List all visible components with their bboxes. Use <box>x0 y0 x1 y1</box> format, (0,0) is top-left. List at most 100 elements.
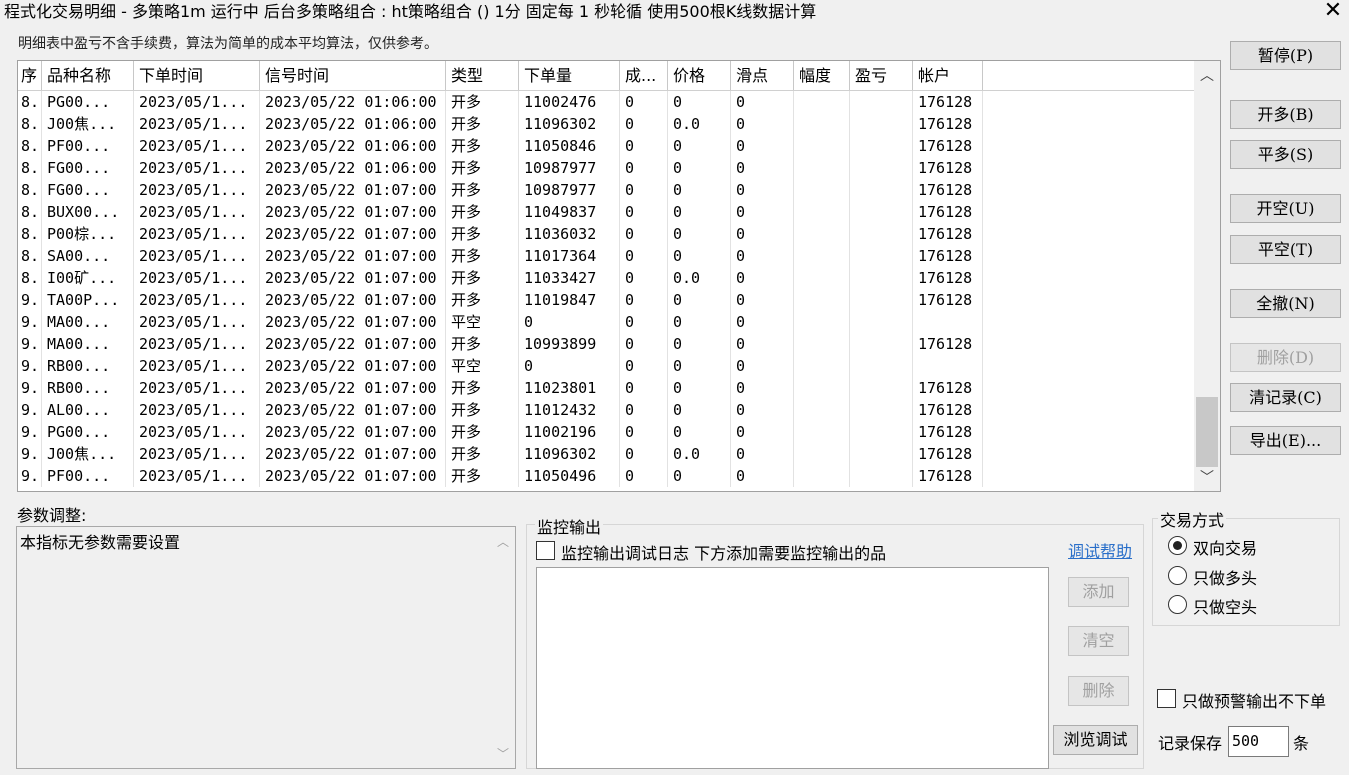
scroll-down-icon[interactable]: ﹀ <box>1194 465 1220 491</box>
table-cell <box>850 135 913 157</box>
column-header[interactable]: 帐户 <box>913 61 983 90</box>
trade-mode-title: 交易方式 <box>1158 507 1227 531</box>
close-short-button[interactable]: 平空(T) <box>1230 235 1341 264</box>
table-cell: 2023/05/22 01:07:00 <box>260 267 446 289</box>
column-header[interactable]: 类型 <box>446 61 519 90</box>
table-row[interactable]: 9. J00焦... 2023/05/1... 2023/05/22 01:07:00… <box>18 443 1196 465</box>
scroll-up-icon[interactable]: ︿ <box>491 533 515 550</box>
table-cell: 0 <box>731 157 794 179</box>
params-scrollbar[interactable]: ︿ ﹀ <box>491 527 515 768</box>
table-cell: 0 <box>620 443 668 465</box>
monitor-list[interactable] <box>536 567 1049 769</box>
table-scrollbar[interactable]: ︿ ﹀ <box>1194 61 1220 491</box>
monitor-checkbox-label[interactable]: 监控输出调试日志 下方添加需要监控输出的品 <box>561 540 886 564</box>
column-header[interactable]: 成... <box>620 61 668 90</box>
table-cell: 0 <box>731 421 794 443</box>
monitor-checkbox[interactable] <box>536 541 555 560</box>
radio-long-only[interactable] <box>1168 566 1187 585</box>
table-row[interactable]: 9. RB00... 2023/05/1... 2023/05/22 01:07:00… <box>18 377 1196 399</box>
delete-button[interactable]: 删除(D) <box>1230 343 1341 372</box>
table-cell: 9. <box>18 465 42 487</box>
table-row[interactable]: 9. RB00... 2023/05/1... 2023/05/22 01:07:00… <box>18 355 1196 377</box>
table-cell <box>794 421 850 443</box>
column-header[interactable]: 幅度 <box>794 61 850 90</box>
table-cell: 0 <box>731 465 794 487</box>
table-cell: BUX00... <box>42 201 134 223</box>
table-cell <box>794 223 850 245</box>
table-row[interactable]: 8. SA00... 2023/05/1... 2023/05/22 01:07:00… <box>18 245 1196 267</box>
table-cell: 176128 <box>913 289 983 311</box>
table-cell: 0 <box>731 289 794 311</box>
table-row[interactable]: 9. MA00... 2023/05/1... 2023/05/22 01:07:00… <box>18 333 1196 355</box>
export-button[interactable]: 导出(E)... <box>1230 426 1341 455</box>
radio-short-only[interactable] <box>1168 595 1187 614</box>
radio-two-way-label[interactable]: 双向交易 <box>1193 535 1257 559</box>
table-row[interactable]: 8. I00矿... 2023/05/1... 2023/05/22 01:07:00… <box>18 267 1196 289</box>
clear-records-button[interactable]: 清记录(C) <box>1230 383 1341 412</box>
table-cell: 2023/05/1... <box>134 421 260 443</box>
table-cell <box>794 267 850 289</box>
table-cell: 0 <box>668 179 731 201</box>
table-cell: 开多 <box>446 91 519 113</box>
table-cell <box>794 157 850 179</box>
table-row[interactable]: 8. P00棕... 2023/05/1... 2023/05/22 01:07:00… <box>18 223 1196 245</box>
table-row[interactable]: 8. PF00... 2023/05/1... 2023/05/22 01:06:00… <box>18 135 1196 157</box>
table-row[interactable]: 8. PG00... 2023/05/1... 2023/05/22 01:06:00… <box>18 91 1196 113</box>
column-header[interactable]: 信号时间 <box>260 61 446 90</box>
radio-two-way[interactable] <box>1168 536 1187 555</box>
table-cell: 176128 <box>913 333 983 355</box>
column-header[interactable]: 盈亏 <box>850 61 913 90</box>
table-cell <box>850 311 913 333</box>
table-cell: 2023/05/1... <box>134 223 260 245</box>
warn-only-checkbox[interactable] <box>1157 689 1176 708</box>
scroll-up-icon[interactable]: ︿ <box>1194 63 1220 89</box>
table-cell: 11012432 <box>519 399 620 421</box>
table-row[interactable]: 8. J00焦... 2023/05/1... 2023/05/22 01:06:00… <box>18 113 1196 135</box>
open-long-button[interactable]: 开多(B) <box>1230 100 1341 129</box>
monitor-delete-button[interactable]: 删除 <box>1068 676 1129 706</box>
browse-debug-button[interactable]: 浏览调试 <box>1053 725 1138 755</box>
column-header[interactable]: 品种名称 <box>42 61 134 90</box>
scroll-thumb[interactable] <box>1196 397 1218 467</box>
table-cell: 0 <box>668 135 731 157</box>
add-button[interactable]: 添加 <box>1068 577 1129 607</box>
table-cell: 11050846 <box>519 135 620 157</box>
scroll-down-icon[interactable]: ﹀ <box>491 745 515 762</box>
table-row[interactable]: 9. PF00... 2023/05/1... 2023/05/22 01:07:00… <box>18 465 1196 487</box>
table-cell: 2023/05/1... <box>134 377 260 399</box>
radio-long-only-label[interactable]: 只做多头 <box>1193 565 1257 589</box>
params-textarea[interactable]: 本指标无参数需要设置 ︿ ﹀ <box>16 526 516 769</box>
table-row[interactable]: 8. FG00... 2023/05/1... 2023/05/22 01:07:00… <box>18 179 1196 201</box>
table-row[interactable]: 9. MA00... 2023/05/1... 2023/05/22 01:07:00… <box>18 311 1196 333</box>
monitor-title: 监控输出 <box>535 514 604 538</box>
table-cell: 0 <box>668 399 731 421</box>
table-cell: 开多 <box>446 333 519 355</box>
table-row[interactable]: 9. AL00... 2023/05/1... 2023/05/22 01:07:00… <box>18 399 1196 421</box>
table-cell <box>794 355 850 377</box>
warn-only-label[interactable]: 只做预警输出不下单 <box>1182 688 1326 712</box>
params-text: 本指标无参数需要设置 <box>20 533 181 552</box>
debug-help-link[interactable]: 调试帮助 <box>1068 538 1132 562</box>
pause-button[interactable]: 暂停(P) <box>1230 41 1341 70</box>
open-short-button[interactable]: 开空(U) <box>1230 194 1341 223</box>
record-keep-input[interactable]: 500 <box>1228 726 1289 757</box>
column-header[interactable]: 滑点 <box>731 61 794 90</box>
clear-button[interactable]: 清空 <box>1068 626 1129 656</box>
table-cell: 0 <box>620 245 668 267</box>
table-cell: PG00... <box>42 421 134 443</box>
table-row[interactable]: 8. FG00... 2023/05/1... 2023/05/22 01:06:00… <box>18 157 1196 179</box>
column-header[interactable]: 序 <box>18 61 42 90</box>
table-cell: 11096302 <box>519 443 620 465</box>
table-cell: 0 <box>620 267 668 289</box>
table-row[interactable]: 8. BUX00... 2023/05/1... 2023/05/22 01:07:0… <box>18 201 1196 223</box>
close-long-button[interactable]: 平多(S) <box>1230 140 1341 169</box>
table-cell: 2023/05/22 01:07:00 <box>260 311 446 333</box>
cancel-all-button[interactable]: 全撤(N) <box>1230 289 1341 318</box>
column-header[interactable]: 下单时间 <box>134 61 260 90</box>
table-row[interactable]: 9. TA00P... 2023/05/1... 2023/05/22 01:07:0… <box>18 289 1196 311</box>
column-header[interactable]: 价格 <box>668 61 731 90</box>
table-row[interactable]: 9. PG00... 2023/05/1... 2023/05/22 01:07:00… <box>18 421 1196 443</box>
column-header[interactable]: 下单量 <box>519 61 620 90</box>
radio-short-only-label[interactable]: 只做空头 <box>1193 594 1257 618</box>
close-icon[interactable]: ✕ <box>1318 0 1348 24</box>
